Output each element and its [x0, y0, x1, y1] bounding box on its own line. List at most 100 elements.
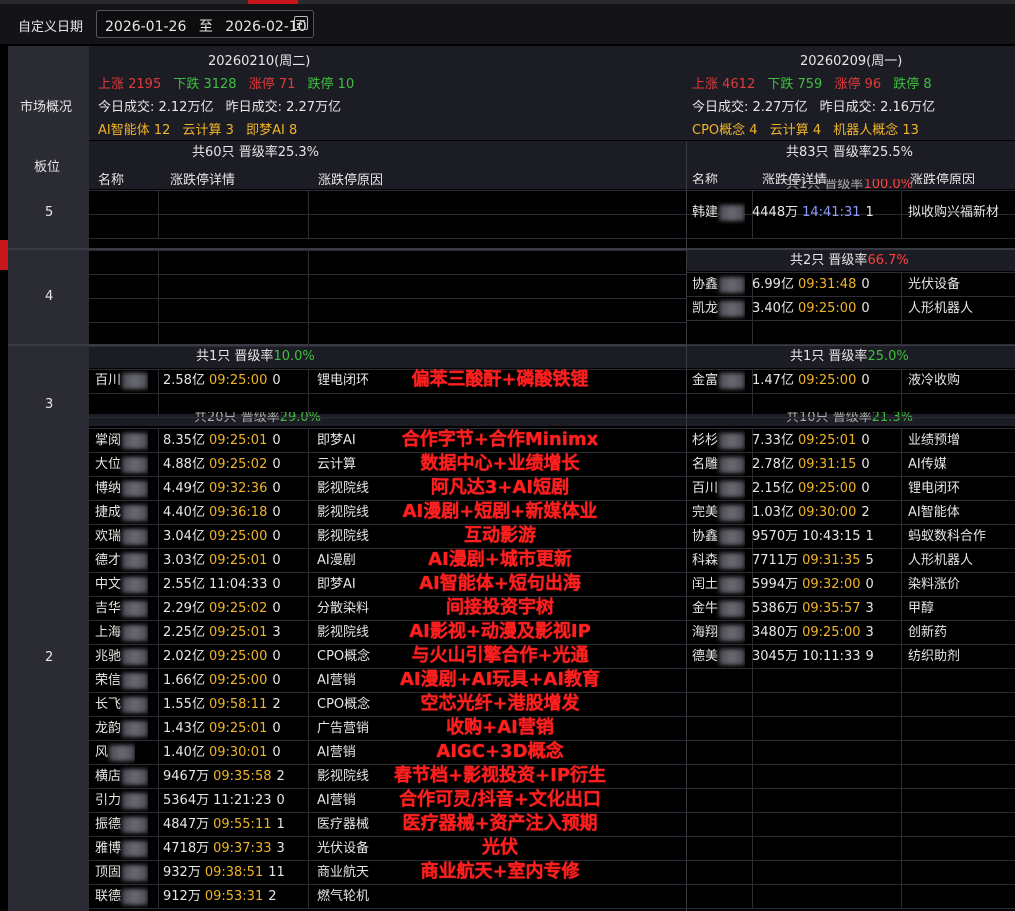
- col-name[interactable]: 名称: [98, 169, 124, 188]
- masked-name: [122, 480, 149, 497]
- stock-name[interactable]: 德才: [95, 549, 149, 573]
- stock-name[interactable]: 百川: [692, 477, 746, 501]
- limit-detail: 3.40亿 09:25:00 0: [752, 301, 870, 316]
- limit-detail: 1.66亿 09:25:00 0: [163, 673, 281, 688]
- table-row[interactable]: 协鑫 9570万 10:43:15 1 蚂蚁数科合作: [686, 525, 1015, 549]
- stock-name[interactable]: 完美: [692, 501, 746, 525]
- hot-3[interactable]: 机器人概念 13: [833, 123, 919, 138]
- stock-name[interactable]: 横店: [95, 765, 149, 789]
- stock-name[interactable]: 韩建: [692, 201, 746, 225]
- stock-name[interactable]: 风: [95, 741, 136, 765]
- stock-name[interactable]: 协鑫: [692, 273, 746, 297]
- limit-reason[interactable]: 纺织助剂: [908, 645, 960, 669]
- market-left-volume: 今日成交: 2.12万亿 昨日成交: 2.27万亿: [98, 96, 341, 115]
- table-row[interactable]: 联德 912万 09:53:31 2 燃气轮机: [89, 885, 686, 909]
- annotation-note: 商业航天+室内专修: [420, 861, 580, 882]
- table-row[interactable]: 闰土 5994万 09:32:00 0 染料涨价: [686, 573, 1015, 597]
- level-3: 3: [45, 397, 54, 412]
- stock-name[interactable]: 顶固: [95, 861, 149, 885]
- limit-reason[interactable]: 光伏设备: [908, 273, 960, 297]
- masked-name: [719, 576, 746, 593]
- stock-name[interactable]: 雅博: [95, 837, 149, 861]
- table-row[interactable]: 百川 2.15亿 09:25:00 0 锂电闭环: [686, 477, 1015, 501]
- stock-name[interactable]: 科森: [692, 549, 746, 573]
- masked-name: [719, 456, 746, 473]
- stock-name[interactable]: 百川: [95, 369, 149, 393]
- side-marker: [0, 240, 8, 270]
- stock-name[interactable]: 金牛: [692, 597, 746, 621]
- col-detail[interactable]: 涨跌停详情: [170, 169, 235, 188]
- table-row[interactable]: 德美 3045万 10:11:33 9 纺织助剂: [686, 645, 1015, 669]
- stock-name[interactable]: 闰土: [692, 573, 746, 597]
- start-date[interactable]: 2026-01-26: [105, 19, 186, 35]
- stock-name[interactable]: 协鑫: [692, 525, 746, 549]
- masked-name: [122, 864, 149, 881]
- stock-name[interactable]: 欢瑞: [95, 525, 149, 549]
- annotation-note: 收购+AI营销: [446, 717, 554, 738]
- limit-reason[interactable]: 拟收购兴福新材: [908, 201, 999, 225]
- stock-name[interactable]: 德美: [692, 645, 746, 669]
- table-row[interactable]: 协鑫 6.99亿 09:31:48 0 光伏设备: [686, 273, 1015, 297]
- stock-name[interactable]: 吉华: [95, 597, 149, 621]
- date-range-picker[interactable]: 2026-01-26 至 2026-02-10: [96, 10, 314, 38]
- hot-2[interactable]: 云计算 4: [770, 123, 821, 138]
- masked-name: [122, 888, 149, 905]
- hot-1[interactable]: CPO概念 4: [692, 123, 758, 138]
- level-column: [8, 46, 89, 911]
- limit-reason[interactable]: 业绩预增: [908, 429, 960, 453]
- limit-reason[interactable]: AI传媒: [908, 453, 947, 477]
- table-row[interactable]: 科森 7711万 09:31:35 5 人形机器人: [686, 549, 1015, 573]
- sec3-left-summary: 共1只 晋级率10.0%: [196, 349, 315, 364]
- stock-name[interactable]: 名雕: [692, 453, 746, 477]
- stock-name[interactable]: 捷成: [95, 501, 149, 525]
- calendar-icon[interactable]: [294, 16, 308, 30]
- limit-reason[interactable]: 甲醇: [908, 597, 934, 621]
- market-left-hot: AI智能体 12 云计算 3 即梦AI 8: [98, 119, 297, 138]
- table-row[interactable]: 金牛 5386万 09:35:57 3 甲醇: [686, 597, 1015, 621]
- limit-reason[interactable]: 染料涨价: [908, 573, 960, 597]
- stock-name[interactable]: 龙韵: [95, 717, 149, 741]
- limit-reason[interactable]: 燃气轮机: [317, 885, 369, 909]
- limitup-count: 涨停 96: [834, 77, 882, 92]
- stock-name[interactable]: 海翔: [692, 621, 746, 645]
- limit-reason[interactable]: 人形机器人: [908, 297, 973, 321]
- stock-name[interactable]: 杉杉: [692, 429, 746, 453]
- stock-name[interactable]: 掌阅: [95, 429, 149, 453]
- table-row[interactable]: 韩建 4448万 14:41:31 1 拟收购兴福新材: [686, 201, 1015, 225]
- table-row[interactable]: 名雕 2.78亿 09:31:15 0 AI传媒: [686, 453, 1015, 477]
- limit-reason[interactable]: 人形机器人: [908, 549, 973, 573]
- stock-name[interactable]: 大位: [95, 453, 149, 477]
- limit-reason[interactable]: 蚂蚁数科合作: [908, 525, 986, 549]
- stock-name[interactable]: 凯龙: [692, 297, 746, 321]
- stock-name[interactable]: 荣信: [95, 669, 149, 693]
- table-row[interactable]: 金富 1.47亿 09:25:00 0 液冷收购: [686, 369, 1015, 393]
- limit-detail: 1.03亿 09:30:00 2: [752, 505, 870, 520]
- custom-date-label: 自定义日期: [18, 20, 84, 35]
- stock-name[interactable]: 中文: [95, 573, 149, 597]
- limit-detail: 5386万 09:35:57 3: [752, 601, 874, 616]
- stock-name[interactable]: 兆驰: [95, 645, 149, 669]
- level-5: 5: [45, 205, 54, 220]
- table-row[interactable]: 海翔 3480万 09:25:00 3 创新药: [686, 621, 1015, 645]
- table-row[interactable]: 凯龙 3.40亿 09:25:00 0 人形机器人: [686, 297, 1015, 321]
- stock-name[interactable]: 联德: [95, 885, 149, 909]
- limit-reason[interactable]: 锂电闭环: [908, 477, 960, 501]
- limit-detail: 5994万 09:32:00 0: [752, 577, 874, 592]
- hot-1[interactable]: AI智能体 12: [98, 123, 170, 138]
- hot-3[interactable]: 即梦AI 8: [246, 123, 297, 138]
- table-row[interactable]: 杉杉 7.33亿 09:25:01 0 业绩预增: [686, 429, 1015, 453]
- stock-name[interactable]: 上海: [95, 621, 149, 645]
- market-label: 市场概况: [20, 100, 73, 115]
- col-reason[interactable]: 涨跌停原因: [318, 169, 383, 188]
- stock-name[interactable]: 博纳: [95, 477, 149, 501]
- stock-name[interactable]: 引力: [95, 789, 149, 813]
- limit-reason[interactable]: 创新药: [908, 621, 947, 645]
- stock-name[interactable]: 金富: [692, 369, 746, 393]
- limit-detail: 2.29亿 09:25:02 0: [163, 601, 281, 616]
- hot-2[interactable]: 云计算 3: [183, 123, 234, 138]
- stock-name[interactable]: 振德: [95, 813, 149, 837]
- limit-reason[interactable]: AI智能体: [908, 501, 960, 525]
- table-row[interactable]: 完美 1.03亿 09:30:00 2 AI智能体: [686, 501, 1015, 525]
- stock-name[interactable]: 长飞: [95, 693, 149, 717]
- limit-reason[interactable]: 液冷收购: [908, 369, 960, 393]
